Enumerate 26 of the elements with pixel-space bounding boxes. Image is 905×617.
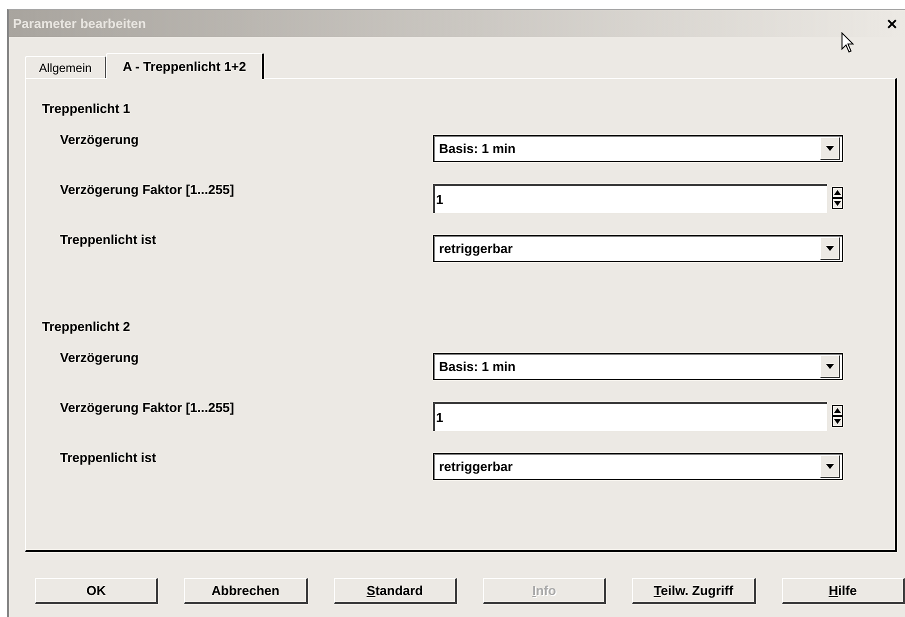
dialog-button[interactable]: OK (35, 578, 158, 604)
number-field[interactable]: 1 (433, 402, 827, 430)
tab[interactable]: A - Treppenlicht 1+2 (106, 53, 264, 79)
field-label: Treppenlicht ist (59, 232, 158, 246)
dialog-button[interactable]: Abbrechen (184, 578, 308, 604)
field-label: Verzögerung (59, 350, 140, 364)
close-button[interactable]: × (883, 14, 901, 32)
section-title: Treppenlicht 2 (42, 319, 132, 336)
dropdown[interactable]: Basis: 1 min (433, 134, 843, 162)
dialog-button[interactable]: Hilfe (782, 578, 905, 604)
field-label: Verzögerung Faktor [1...255] (59, 400, 236, 414)
dialog-button[interactable]: Standard (334, 578, 457, 604)
field-label: Verzögerung (59, 132, 140, 146)
dialog-button[interactable]: Teilw. Zugriff (632, 578, 756, 604)
number-field[interactable]: 1 (433, 184, 827, 212)
spinner-arrows-icon[interactable] (832, 187, 843, 209)
dropdown[interactable]: Basis: 1 min (433, 352, 843, 380)
field-label: Treppenlicht ist (59, 450, 158, 464)
mouse-pointer-icon (841, 32, 855, 54)
dropdown[interactable]: retriggerbar (433, 452, 843, 480)
section-title: Treppenlicht 1 (42, 101, 132, 118)
spinner-arrows-icon[interactable] (832, 405, 843, 427)
window-title: Parameter bearbeiten (13, 16, 147, 31)
field-label: Verzögerung Faktor [1...255] (59, 182, 236, 196)
tab[interactable]: Allgemein (25, 56, 106, 78)
dropdown[interactable]: retriggerbar (433, 234, 843, 262)
